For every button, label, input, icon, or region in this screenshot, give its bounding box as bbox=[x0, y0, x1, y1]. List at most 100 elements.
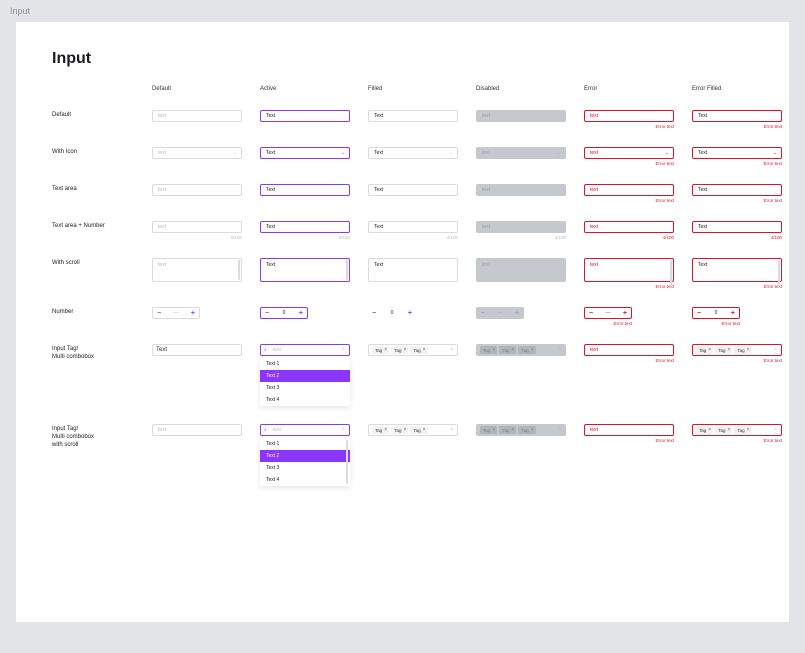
minus-icon[interactable]: − bbox=[697, 310, 701, 317]
tag-chip[interactable]: Tag× bbox=[372, 426, 389, 434]
textarea-scroll-error[interactable]: text bbox=[584, 258, 674, 282]
dropdown-item[interactable]: Text 3 bbox=[260, 382, 350, 394]
close-icon[interactable]: × bbox=[727, 347, 730, 353]
tag-chip[interactable]: Tag× bbox=[372, 346, 389, 354]
combobox-scroll-filled[interactable]: Tag× Tag× Tag× × bbox=[368, 424, 458, 436]
close-icon[interactable]: × bbox=[450, 427, 453, 433]
textarea-scroll-error-filled[interactable]: Text bbox=[692, 258, 782, 282]
dropdown-item[interactable]: Text 4 bbox=[260, 394, 350, 406]
tag-chip[interactable]: Tag× bbox=[391, 426, 408, 434]
number-input-error[interactable]: −—+ bbox=[584, 307, 632, 319]
close-icon[interactable]: × bbox=[403, 427, 406, 433]
input-icon-active[interactable]: Text⌄ bbox=[260, 147, 350, 159]
close-icon[interactable]: × bbox=[342, 427, 345, 433]
combobox-default[interactable]: Text bbox=[152, 344, 242, 356]
scrollbar[interactable] bbox=[238, 260, 240, 280]
close-icon[interactable]: × bbox=[774, 347, 777, 353]
chevron-down-icon[interactable]: ⌄ bbox=[233, 150, 237, 156]
scrollbar[interactable] bbox=[346, 440, 348, 484]
minus-icon[interactable]: − bbox=[372, 310, 376, 317]
scrollbar[interactable] bbox=[346, 260, 348, 280]
combobox-active[interactable]: ⌕text× bbox=[260, 344, 350, 356]
input-filled[interactable]: Text bbox=[368, 110, 458, 122]
close-icon[interactable]: × bbox=[423, 347, 426, 353]
textarea-filled[interactable]: Text bbox=[368, 184, 458, 196]
tag-chip[interactable]: Tag× bbox=[410, 426, 427, 434]
dropdown-item[interactable]: Text 3 bbox=[260, 462, 350, 474]
dropdown-item[interactable]: Text 1 bbox=[260, 438, 350, 450]
close-icon[interactable]: × bbox=[747, 347, 750, 353]
number-input-active[interactable]: −0+ bbox=[260, 307, 308, 319]
plus-icon[interactable]: + bbox=[623, 310, 627, 317]
plus-icon[interactable]: + bbox=[408, 310, 412, 317]
number-input-default[interactable]: −—+ bbox=[152, 307, 200, 319]
number-input-error-filled[interactable]: −0+ bbox=[692, 307, 740, 319]
close-icon[interactable]: × bbox=[384, 347, 387, 353]
close-icon[interactable]: × bbox=[403, 347, 406, 353]
plus-icon[interactable]: + bbox=[731, 310, 735, 317]
tag-chip[interactable]: Tag× bbox=[696, 346, 713, 354]
combobox-scroll-active[interactable]: ⌕text× bbox=[260, 424, 350, 436]
combobox-scroll-default[interactable]: text bbox=[152, 424, 242, 436]
tag-chip[interactable]: Tag× bbox=[696, 426, 713, 434]
combobox-error[interactable]: text bbox=[584, 344, 674, 356]
close-icon[interactable]: × bbox=[708, 347, 711, 353]
textarea-default[interactable]: text bbox=[152, 184, 242, 196]
number-input-filled[interactable]: −0+ bbox=[368, 307, 416, 319]
tag-chip[interactable]: Tag× bbox=[715, 426, 732, 434]
input-icon-default[interactable]: text⌄ bbox=[152, 147, 242, 159]
input-error[interactable]: text bbox=[584, 110, 674, 122]
textarea-scroll-default[interactable]: text bbox=[152, 258, 242, 282]
minus-icon[interactable]: − bbox=[157, 310, 161, 317]
textarea-error-filled[interactable]: Text bbox=[692, 184, 782, 196]
textarea-num-filled[interactable]: Text bbox=[368, 221, 458, 233]
close-icon[interactable]: × bbox=[774, 427, 777, 433]
textarea-num-error[interactable]: text bbox=[584, 221, 674, 233]
tag-chip[interactable]: Tag× bbox=[734, 346, 751, 354]
input-default[interactable]: text bbox=[152, 110, 242, 122]
chevron-down-icon[interactable]: ⌄ bbox=[665, 150, 669, 156]
textarea-active[interactable]: Text bbox=[260, 184, 350, 196]
textarea-scroll-active[interactable]: Text bbox=[260, 258, 350, 282]
tag-chip[interactable]: Tag× bbox=[734, 426, 751, 434]
dropdown-item-selected[interactable]: Text 2 bbox=[260, 370, 350, 382]
close-icon[interactable]: × bbox=[423, 427, 426, 433]
minus-icon[interactable]: − bbox=[265, 310, 269, 317]
input-error-filled[interactable]: Text bbox=[692, 110, 782, 122]
textarea-scroll-filled[interactable]: Text bbox=[368, 258, 458, 282]
dropdown-menu[interactable]: Text 1 Text 2 Text 3 Text 4 bbox=[260, 358, 350, 406]
close-icon[interactable]: × bbox=[708, 427, 711, 433]
textarea-num-active[interactable]: Text bbox=[260, 221, 350, 233]
textarea-num-error-filled[interactable]: Text bbox=[692, 221, 782, 233]
close-icon[interactable]: × bbox=[384, 427, 387, 433]
scrollbar[interactable] bbox=[778, 260, 780, 287]
dropdown-item[interactable]: Text 4 bbox=[260, 474, 350, 486]
close-icon[interactable]: × bbox=[727, 427, 730, 433]
tag-chip[interactable]: Tag× bbox=[715, 346, 732, 354]
dropdown-menu[interactable]: Text 1 Text 2 Text 3 Text 4 bbox=[260, 438, 350, 486]
close-icon[interactable]: × bbox=[747, 427, 750, 433]
scrollbar[interactable] bbox=[670, 260, 672, 287]
combobox-scroll-error[interactable]: text bbox=[584, 424, 674, 436]
chevron-down-icon[interactable]: ⌄ bbox=[341, 150, 345, 156]
input-icon-error[interactable]: text⌄ bbox=[584, 147, 674, 159]
combobox-filled[interactable]: Tag× Tag× Tag× × bbox=[368, 344, 458, 356]
textarea-num-default[interactable]: text bbox=[152, 221, 242, 233]
minus-icon[interactable]: − bbox=[589, 310, 593, 317]
input-icon-filled[interactable]: Text⌄ bbox=[368, 147, 458, 159]
chevron-down-icon[interactable]: ⌄ bbox=[773, 150, 777, 156]
close-icon[interactable]: × bbox=[342, 347, 345, 353]
textarea-error[interactable]: text bbox=[584, 184, 674, 196]
plus-icon[interactable]: + bbox=[299, 310, 303, 317]
close-icon[interactable]: × bbox=[450, 347, 453, 353]
input-icon-error-filled[interactable]: Text⌄ bbox=[692, 147, 782, 159]
dropdown-item-selected[interactable]: Text 2 bbox=[260, 450, 350, 462]
combobox-scroll-error-filled[interactable]: Tag× Tag× Tag× × bbox=[692, 424, 782, 436]
tag-chip[interactable]: Tag× bbox=[410, 346, 427, 354]
tag-chip[interactable]: Tag× bbox=[391, 346, 408, 354]
dropdown-item[interactable]: Text 1 bbox=[260, 358, 350, 370]
input-active[interactable]: Text bbox=[260, 110, 350, 122]
combobox-error-filled[interactable]: Tag× Tag× Tag× × bbox=[692, 344, 782, 356]
plus-icon[interactable]: + bbox=[191, 310, 195, 317]
chevron-down-icon[interactable]: ⌄ bbox=[449, 150, 453, 156]
